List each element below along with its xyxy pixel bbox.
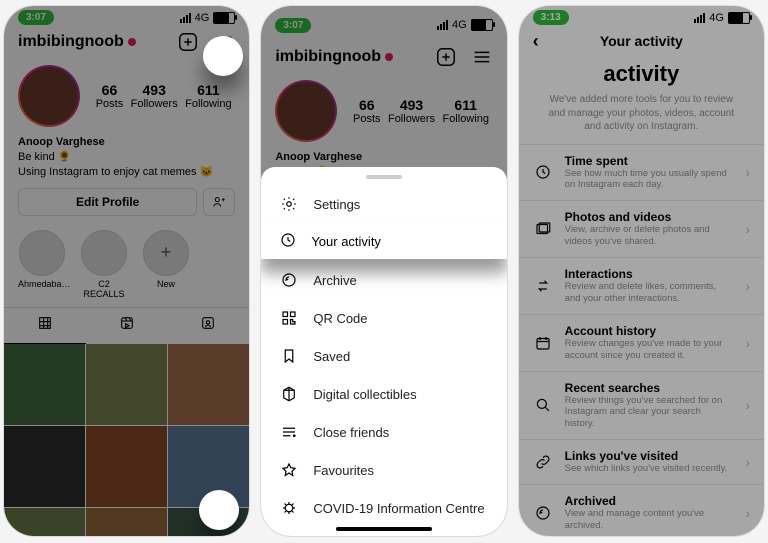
- menu-item-close-friends[interactable]: Close friends: [261, 413, 506, 451]
- archive-icon: [279, 271, 299, 289]
- dim-overlay: [519, 6, 764, 536]
- phone-profile: 3:07 4G imbibingnoob 66Posts 493Follower…: [4, 6, 249, 536]
- menu-item-digital[interactable]: Digital collectibles: [261, 375, 506, 413]
- sheet-grabber[interactable]: [366, 175, 402, 179]
- menu-item-gear[interactable]: Settings: [261, 185, 506, 223]
- phone-menu-sheet: 3:07 4G imbibingnoob 66Posts 493Follower…: [261, 6, 506, 536]
- activity-icon: [279, 233, 299, 251]
- menu-item-covid[interactable]: COVID-19 Information Centre: [261, 489, 506, 527]
- close-friends-icon: [279, 423, 299, 441]
- bookmark-icon: [279, 347, 299, 365]
- menu-item-archive[interactable]: Archive: [261, 261, 506, 299]
- menu-item-bookmark[interactable]: Saved: [261, 337, 506, 375]
- menu-item-star[interactable]: Favourites: [261, 451, 506, 489]
- qr-icon: [279, 309, 299, 327]
- covid-icon: [279, 499, 299, 517]
- star-icon: [279, 461, 299, 479]
- dim-overlay: [4, 6, 249, 536]
- menu-item-activity[interactable]: Your activity: [261, 223, 506, 261]
- digital-icon: [279, 385, 299, 403]
- menu-item-qr[interactable]: QR Code: [261, 299, 506, 337]
- phone-your-activity: 3:13 4G ‹ Your activity activity We've a…: [519, 6, 764, 536]
- menu-sheet: SettingsYour activityArchiveQR CodeSaved…: [261, 167, 506, 536]
- gear-icon: [279, 195, 299, 213]
